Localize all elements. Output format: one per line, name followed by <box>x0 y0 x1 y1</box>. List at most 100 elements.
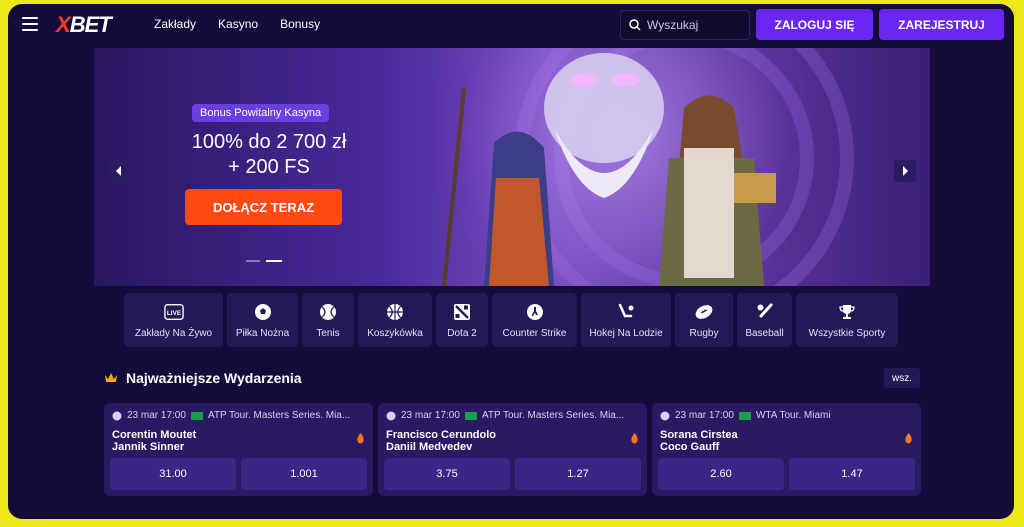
search-box[interactable] <box>620 10 750 40</box>
events-section-header: Najważniejsze Wydarzenia <box>104 370 302 386</box>
carousel-dot[interactable] <box>246 260 260 262</box>
event-meta: 23 mar 17:00 ATP Tour. Masters Series. M… <box>112 410 350 421</box>
tennis-icon <box>660 411 670 420</box>
trophy-icon <box>837 302 857 322</box>
event-meta: 23 mar 17:00 WTA Tour. Miami <box>660 410 831 421</box>
odd-button-1[interactable]: 3.75 <box>384 458 510 490</box>
login-button[interactable]: ZALOGUJ SIĘ <box>756 9 873 40</box>
live-icon: LIVE <box>163 302 184 322</box>
event-team-2: Coco Gauff <box>660 441 720 453</box>
flag-icon <box>738 411 751 420</box>
main-nav: Zakłady Kasyno Bonusy <box>154 17 320 31</box>
show-all-events-button[interactable]: wsz. <box>884 368 920 388</box>
sport-label: Rugby <box>689 327 719 339</box>
chevron-right-icon <box>903 166 908 176</box>
search-input[interactable] <box>647 18 737 32</box>
event-tournament: ATP Tour. Masters Series. Mia... <box>207 410 351 421</box>
dota-icon <box>452 302 472 322</box>
event-date: 23 mar 17:00 <box>401 410 460 421</box>
svg-text:LIVE: LIVE <box>166 310 180 317</box>
sport-label: Tenis <box>316 327 340 339</box>
banner-prev-button[interactable] <box>108 160 130 182</box>
basketball-icon <box>385 302 405 322</box>
tennis-icon <box>318 302 338 322</box>
event-odds: 2.60 1.47 <box>658 458 915 490</box>
event-team-1: Sorana Cirstea <box>660 429 738 441</box>
banner-characters-illustration <box>442 53 776 286</box>
top-header: XBET Zakłady Kasyno Bonusy ZALOGUJ SIĘ Z… <box>8 4 1014 46</box>
event-tournament: ATP Tour. Masters Series. Mia... <box>481 410 625 421</box>
sport-label: Koszykówka <box>367 327 423 339</box>
odd-button-2[interactable]: 1.27 <box>515 458 641 490</box>
sport-label: Piłka Nożna <box>235 327 290 339</box>
join-now-button[interactable]: DOŁĄCZ TERAZ <box>185 189 342 225</box>
event-meta: 23 mar 17:00 ATP Tour. Masters Series. M… <box>386 410 624 421</box>
flag-icon <box>190 411 203 420</box>
sport-tile-counter-strike[interactable]: Counter Strike <box>492 293 577 347</box>
event-tournament: WTA Tour. Miami <box>755 410 831 421</box>
event-odds: 31.00 1.001 <box>110 458 367 490</box>
sport-label: Baseball <box>745 327 784 339</box>
sport-label: Dota 2 <box>447 327 477 339</box>
sport-tile-basketball[interactable]: Koszykówka <box>358 293 432 347</box>
sport-label: Counter Strike <box>502 327 567 339</box>
sport-tile-live[interactable]: LIVE Zakłady Na Żywo <box>124 293 223 347</box>
register-button[interactable]: ZAREJESTRUJ <box>879 9 1004 40</box>
sport-tile-hockey[interactable]: Hokej Na Lodzie <box>581 293 671 347</box>
chevron-left-icon <box>116 166 121 176</box>
crown-icon <box>105 373 117 382</box>
menu-icon[interactable] <box>22 17 38 31</box>
sport-label: Hokej Na Lodzie <box>589 327 663 339</box>
banner-next-button[interactable] <box>894 160 916 182</box>
banner-headline: 100% do 2 700 zł + 200 FS <box>144 130 394 180</box>
sport-label: Wszystkie Sporty <box>808 327 886 339</box>
odd-button-2[interactable]: 1.47 <box>789 458 915 490</box>
nav-bonusy[interactable]: Bonusy <box>280 17 320 31</box>
bonus-pill: Bonus Powitalny Kasyna <box>192 104 330 122</box>
sports-categories: LIVE Zakłady Na Żywo Piłka Nożna Tenis K… <box>124 293 898 347</box>
sport-tile-tennis[interactable]: Tenis <box>302 293 354 347</box>
event-date: 23 mar 17:00 <box>675 410 734 421</box>
event-team-1: Corentin Moutet <box>112 429 197 441</box>
sport-label: Zakłady Na Żywo <box>134 327 213 339</box>
carousel-dots <box>246 260 282 262</box>
nav-zaklady[interactable]: Zakłady <box>154 17 196 31</box>
events-section-title: Najważniejsze Wydarzenia <box>126 370 302 386</box>
logo[interactable]: XBET <box>56 12 112 38</box>
odd-button-2[interactable]: 1.001 <box>241 458 367 490</box>
event-card[interactable]: 23 mar 17:00 WTA Tour. Miami Sorana Cirs… <box>652 403 921 496</box>
tennis-icon <box>112 411 122 420</box>
sport-tile-rugby[interactable]: Rugby <box>675 293 733 347</box>
hockey-icon <box>616 302 636 322</box>
flag-icon <box>464 411 477 420</box>
headline-line-2: + 200 FS <box>228 156 310 178</box>
odd-button-1[interactable]: 2.60 <box>658 458 784 490</box>
event-team-2: Jannik Sinner <box>112 441 185 453</box>
event-team-1: Francisco Cerundolo <box>386 429 497 441</box>
counter-strike-icon <box>525 302 545 322</box>
sport-tile-dota[interactable]: Dota 2 <box>436 293 488 347</box>
promo-banner[interactable]: Bonus Powitalny Kasyna 100% do 2 700 zł … <box>94 48 930 286</box>
fire-icon <box>631 433 638 444</box>
baseball-icon <box>755 302 775 322</box>
fire-icon <box>357 433 364 444</box>
sport-tile-football[interactable]: Piłka Nożna <box>227 293 298 347</box>
rugby-icon <box>694 302 714 322</box>
odd-button-1[interactable]: 31.00 <box>110 458 236 490</box>
event-card[interactable]: 23 mar 17:00 ATP Tour. Masters Series. M… <box>378 403 647 496</box>
event-odds: 3.75 1.27 <box>384 458 641 490</box>
event-date: 23 mar 17:00 <box>127 410 186 421</box>
nav-kasyno[interactable]: Kasyno <box>218 17 258 31</box>
sport-tile-baseball[interactable]: Baseball <box>737 293 792 347</box>
football-icon <box>253 302 273 322</box>
fire-icon <box>905 433 912 444</box>
event-team-2: Daniil Medvedev <box>386 441 473 453</box>
carousel-dot-active[interactable] <box>266 260 282 262</box>
tennis-icon <box>386 411 396 420</box>
search-icon <box>629 19 641 31</box>
sport-tile-all[interactable]: Wszystkie Sporty <box>796 293 898 347</box>
events-list: 23 mar 17:00 ATP Tour. Masters Series. M… <box>104 403 921 496</box>
headline-line-1: 100% do 2 700 zł <box>191 131 347 153</box>
app-frame: XBET Zakłady Kasyno Bonusy ZALOGUJ SIĘ Z… <box>8 4 1014 519</box>
event-card[interactable]: 23 mar 17:00 ATP Tour. Masters Series. M… <box>104 403 373 496</box>
